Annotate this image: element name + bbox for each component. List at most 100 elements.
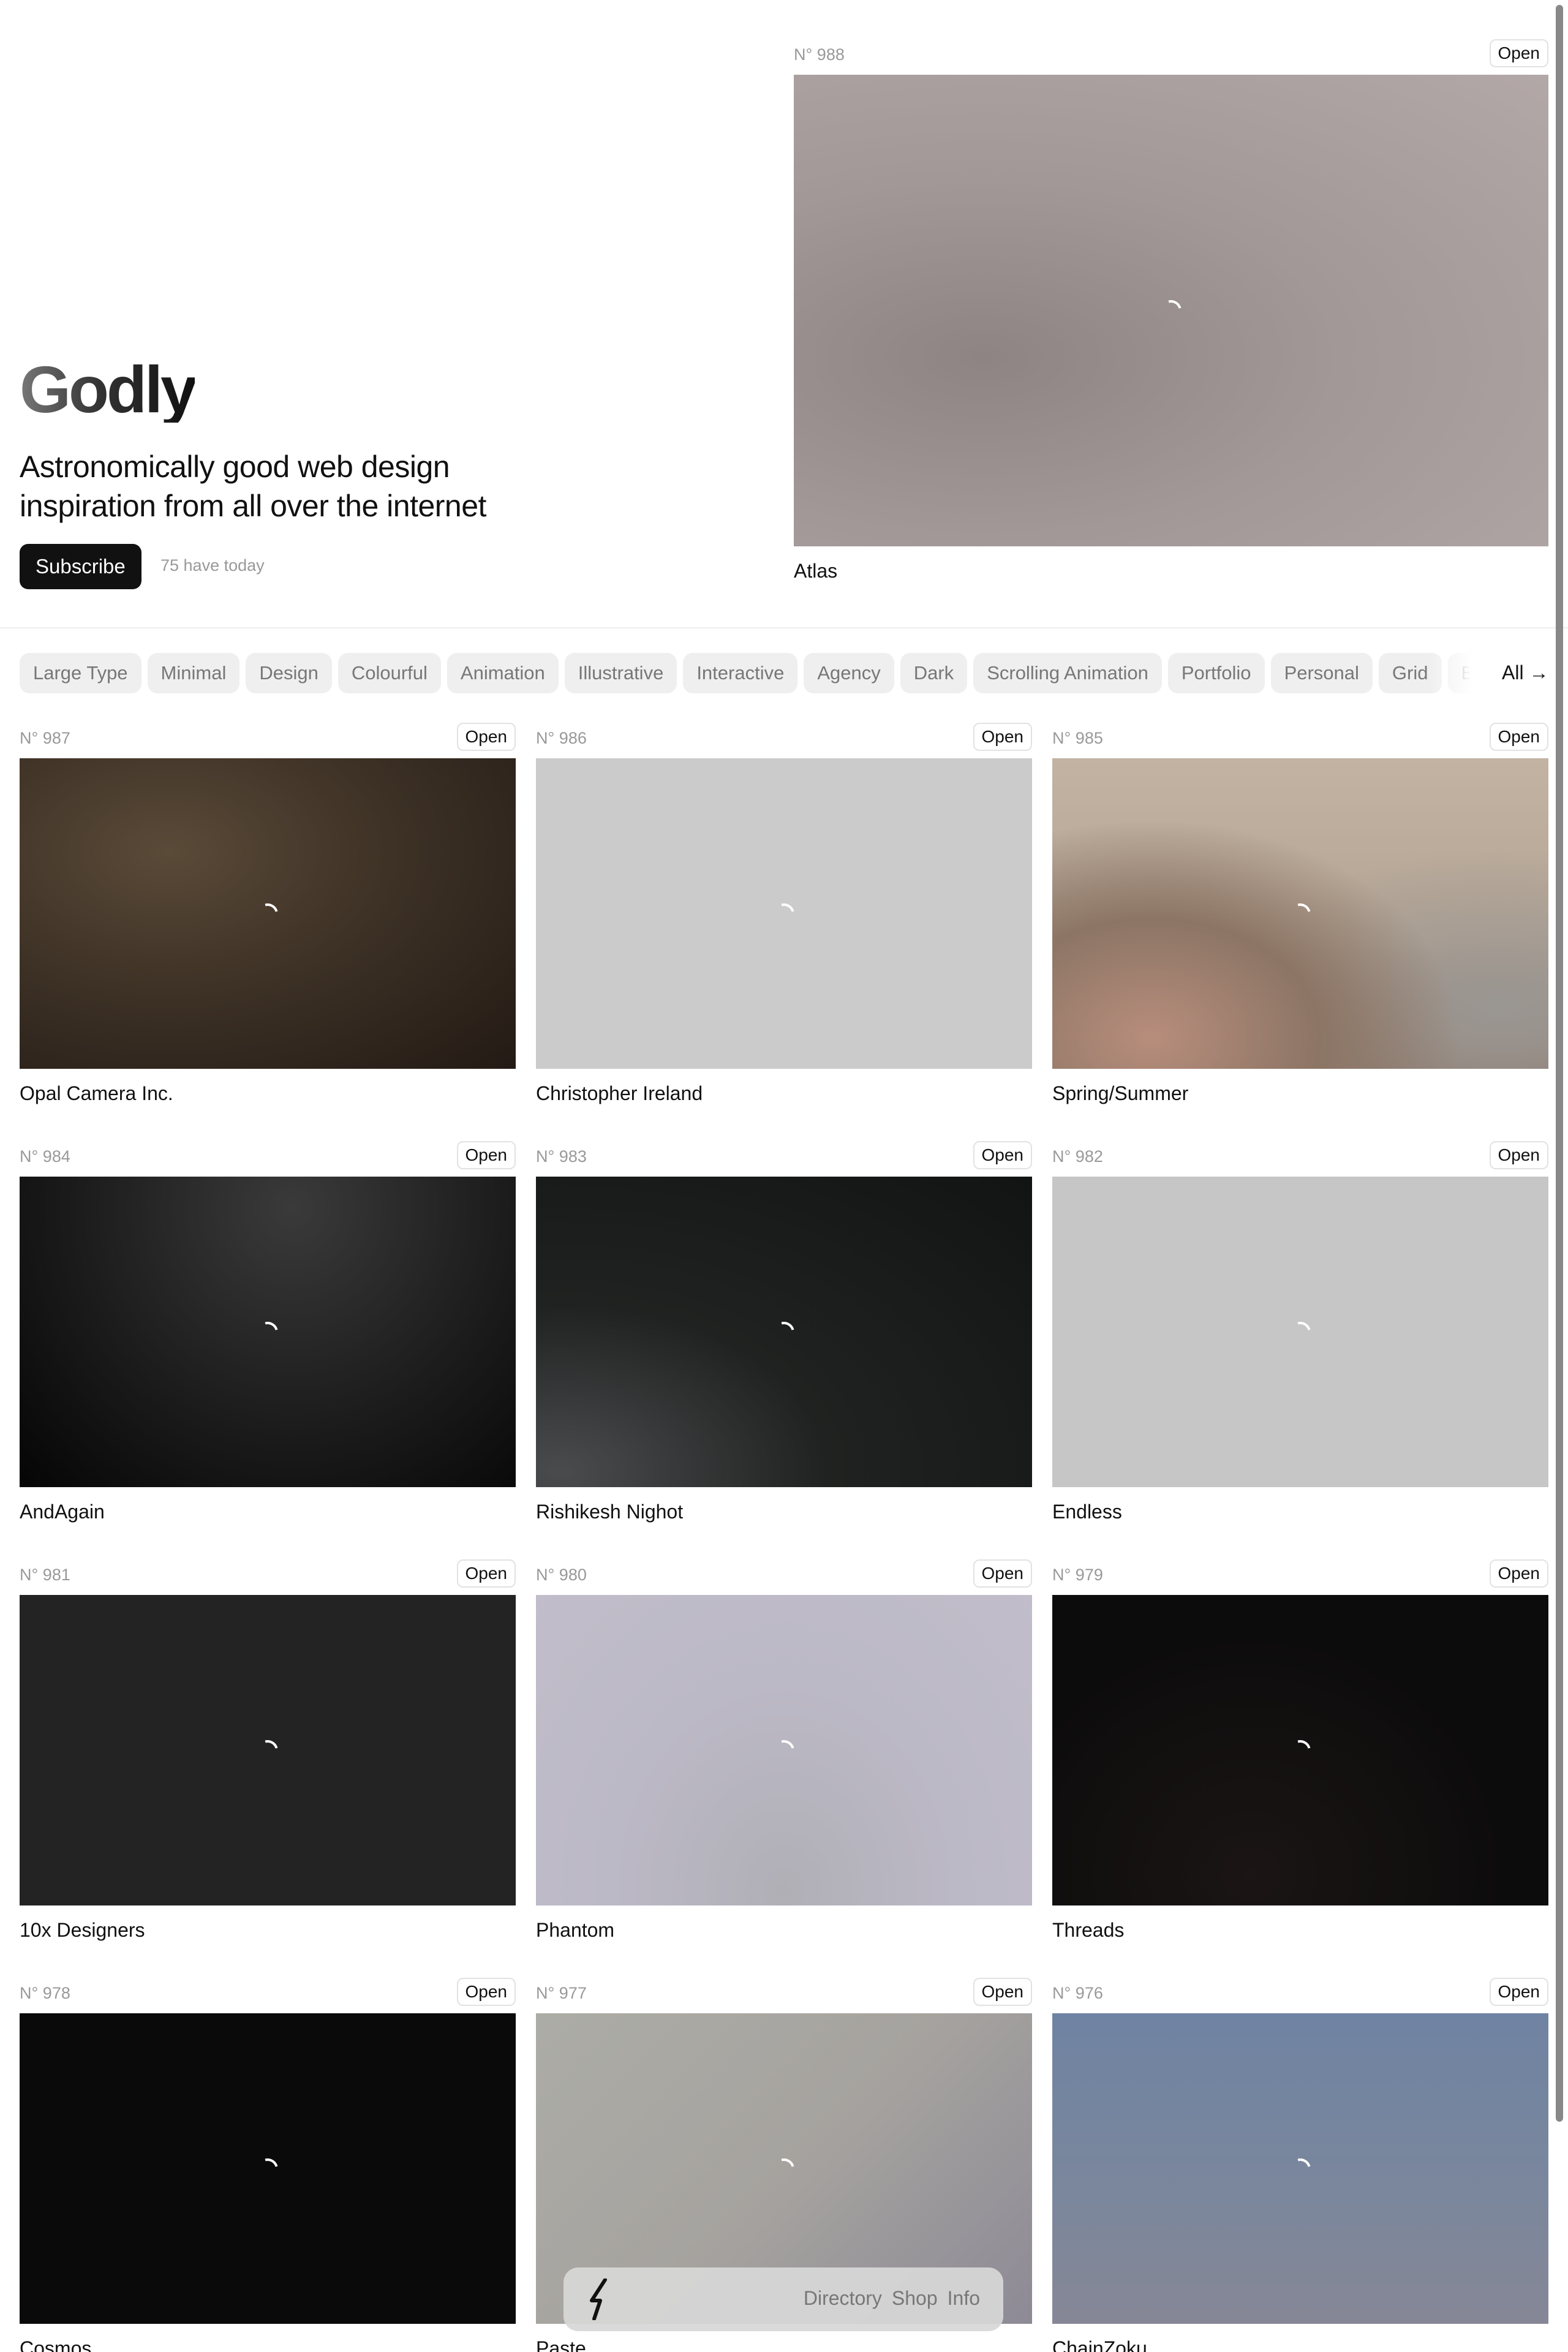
card-header: N° 980 Open bbox=[536, 1559, 1032, 1591]
open-button[interactable]: Open bbox=[973, 723, 1032, 751]
site-card[interactable]: N° 978 Open Cosmos bbox=[20, 1978, 516, 2352]
site-title[interactable]: AndAgain bbox=[20, 1501, 516, 1523]
open-button[interactable]: Open bbox=[456, 723, 516, 751]
subscribe-button[interactable]: Subscribe bbox=[20, 544, 141, 589]
site-number: N° 979 bbox=[1052, 1566, 1103, 1584]
open-button[interactable]: Open bbox=[973, 1141, 1032, 1169]
site-title[interactable]: Spring/Summer bbox=[1052, 1082, 1548, 1105]
site-preview[interactable] bbox=[1052, 2013, 1548, 2324]
nav-links: Directory Shop Info bbox=[794, 2287, 980, 2310]
site-card[interactable]: N° 983 Open Rishikesh Nighot bbox=[536, 1141, 1032, 1523]
site-number: N° 982 bbox=[1052, 1147, 1103, 1166]
site-number: N° 976 bbox=[1052, 1984, 1103, 2002]
site-preview[interactable] bbox=[536, 1177, 1032, 1487]
filter-chip[interactable]: Minimal bbox=[147, 653, 240, 693]
site-title[interactable]: Christopher Ireland bbox=[536, 1082, 1032, 1105]
site-title[interactable]: Phantom bbox=[536, 1919, 1032, 1942]
open-button[interactable]: Open bbox=[456, 1141, 516, 1169]
filter-chip[interactable]: Colourful bbox=[337, 653, 441, 693]
open-button[interactable]: Open bbox=[1489, 1978, 1548, 2006]
site-card[interactable]: N° 982 Open Endless bbox=[1052, 1141, 1548, 1523]
open-button[interactable]: Open bbox=[973, 1978, 1032, 2006]
card-header: N° 976 Open bbox=[1052, 1978, 1548, 2010]
site-preview[interactable] bbox=[20, 1595, 516, 1905]
card-header: N° 979 Open bbox=[1052, 1559, 1548, 1591]
site-number: N° 977 bbox=[536, 1984, 587, 2002]
featured-site-card[interactable]: N° 988 Open Atlas bbox=[794, 39, 1548, 582]
lightning-bolt-icon[interactable] bbox=[587, 2278, 614, 2320]
loading-spinner-icon bbox=[253, 1736, 282, 1765]
site-preview[interactable] bbox=[20, 758, 516, 1069]
loading-spinner-icon bbox=[769, 899, 799, 928]
all-categories-link[interactable]: All → bbox=[1502, 662, 1548, 684]
loading-spinner-icon bbox=[253, 2154, 282, 2183]
site-number: N° 981 bbox=[20, 1566, 70, 1584]
filter-chip[interactable]: E bbox=[1447, 653, 1471, 693]
site-title[interactable]: Paste bbox=[536, 2337, 1032, 2352]
open-button[interactable]: Open bbox=[1489, 1141, 1548, 1169]
filter-chip[interactable]: Animation bbox=[447, 653, 559, 693]
page-scrollbar[interactable] bbox=[1556, 5, 1563, 2122]
site-preview[interactable] bbox=[536, 1595, 1032, 1905]
filter-chip[interactable]: Illustrative bbox=[564, 653, 677, 693]
site-number: N° 984 bbox=[20, 1147, 70, 1166]
brand-logo[interactable]: Godly bbox=[20, 356, 197, 423]
loading-spinner-icon bbox=[769, 2154, 799, 2183]
site-preview[interactable] bbox=[20, 2013, 516, 2324]
site-card[interactable]: N° 976 Open ChainZoku bbox=[1052, 1978, 1548, 2352]
site-card[interactable]: N° 986 Open Christopher Ireland bbox=[536, 723, 1032, 1105]
loading-spinner-icon bbox=[1286, 1736, 1315, 1765]
open-button[interactable]: Open bbox=[1489, 1559, 1548, 1588]
filter-chip[interactable]: Design bbox=[246, 653, 332, 693]
site-title[interactable]: Rishikesh Nighot bbox=[536, 1501, 1032, 1523]
loading-spinner-icon bbox=[1156, 296, 1186, 325]
card-header: N° 986 Open bbox=[536, 723, 1032, 755]
site-number: N° 987 bbox=[20, 729, 70, 747]
site-title[interactable]: Threads bbox=[1052, 1919, 1548, 1942]
open-button[interactable]: Open bbox=[973, 1559, 1032, 1588]
nav-link-info[interactable]: Info bbox=[948, 2287, 980, 2309]
site-preview[interactable] bbox=[1052, 1177, 1548, 1487]
site-preview[interactable] bbox=[1052, 1595, 1548, 1905]
filter-chip[interactable]: Dark bbox=[900, 653, 968, 693]
site-preview[interactable] bbox=[536, 758, 1032, 1069]
site-preview[interactable] bbox=[20, 1177, 516, 1487]
site-title[interactable]: Opal Camera Inc. bbox=[20, 1082, 516, 1105]
open-button[interactable]: Open bbox=[456, 1559, 516, 1588]
site-card[interactable]: N° 985 Open Spring/Summer bbox=[1052, 723, 1548, 1105]
site-title[interactable]: ChainZoku bbox=[1052, 2337, 1548, 2352]
card-header: N° 981 Open bbox=[20, 1559, 516, 1591]
filter-chip[interactable]: Portfolio bbox=[1167, 653, 1265, 693]
site-title[interactable]: Cosmos bbox=[20, 2337, 516, 2352]
site-number: N° 983 bbox=[536, 1147, 587, 1166]
site-card[interactable]: N° 979 Open Threads bbox=[1052, 1559, 1548, 1942]
site-number: N° 988 bbox=[794, 45, 845, 64]
site-preview[interactable] bbox=[794, 75, 1548, 546]
site-title[interactable]: Endless bbox=[1052, 1501, 1548, 1523]
site-title[interactable]: 10x Designers bbox=[20, 1919, 516, 1942]
loading-spinner-icon bbox=[253, 1317, 282, 1346]
category-filter-bar: Large Type Minimal Design Colourful Animatio… bbox=[20, 653, 1471, 693]
open-button[interactable]: Open bbox=[456, 1978, 516, 2006]
site-number: N° 986 bbox=[536, 729, 587, 747]
filter-chip[interactable]: Interactive bbox=[683, 653, 798, 693]
open-button[interactable]: Open bbox=[1489, 39, 1548, 67]
site-card[interactable]: N° 984 Open AndAgain bbox=[20, 1141, 516, 1523]
open-button[interactable]: Open bbox=[1489, 723, 1548, 751]
filter-chip[interactable]: Personal bbox=[1270, 653, 1373, 693]
nav-link-directory[interactable]: Directory bbox=[804, 2287, 882, 2309]
loading-spinner-icon bbox=[1286, 899, 1315, 928]
site-title[interactable]: Atlas bbox=[794, 560, 1548, 582]
filter-chip[interactable]: Agency bbox=[804, 653, 894, 693]
filter-chip[interactable]: Large Type bbox=[20, 653, 141, 693]
site-preview[interactable] bbox=[1052, 758, 1548, 1069]
site-card[interactable]: N° 980 Open Phantom bbox=[536, 1559, 1032, 1942]
site-card[interactable]: N° 981 Open 10x Designers bbox=[20, 1559, 516, 1942]
card-header: N° 977 Open bbox=[536, 1978, 1032, 2010]
filter-chip[interactable]: Scrolling Animation bbox=[973, 653, 1162, 693]
filter-chip[interactable]: Grid bbox=[1378, 653, 1442, 693]
loading-spinner-icon bbox=[769, 1736, 799, 1765]
nav-link-shop[interactable]: Shop bbox=[892, 2287, 938, 2309]
hero-section: Godly Astronomically good web design ins… bbox=[0, 0, 1568, 628]
site-card[interactable]: N° 987 Open Opal Camera Inc. bbox=[20, 723, 516, 1105]
